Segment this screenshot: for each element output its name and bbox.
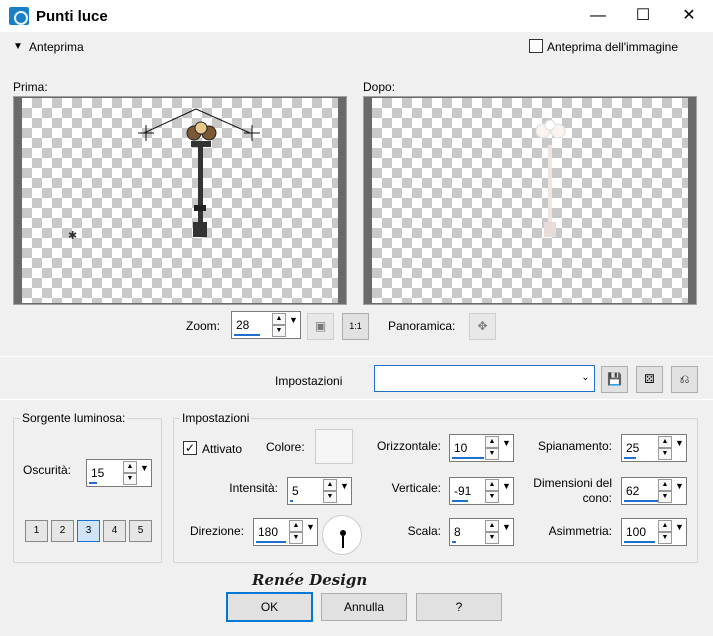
preview-toggle[interactable]: Anteprima: [29, 40, 84, 54]
asymmetry-down-icon[interactable]: ▼: [658, 532, 672, 544]
direction-down-icon[interactable]: ▼: [289, 532, 303, 544]
direction-needle-icon: [340, 530, 346, 548]
before-preview[interactable]: ✱: [13, 96, 347, 305]
zoom-label: Zoom:: [186, 319, 221, 333]
scale-spinner[interactable]: 8 ▲ ▼ ▼: [449, 518, 514, 546]
zoom-down-icon[interactable]: ▼: [272, 325, 286, 337]
darkness-down-icon[interactable]: ▼: [123, 473, 137, 485]
cone-size-spinner[interactable]: 62 ▲ ▼ ▼: [621, 477, 687, 505]
horizontal-dropdown-icon[interactable]: ▼: [501, 437, 512, 459]
vertical-dropdown-icon[interactable]: ▼: [501, 480, 512, 502]
zoom-value: 28: [236, 318, 250, 332]
help-button[interactable]: ?: [416, 593, 502, 621]
intensity-up-icon[interactable]: ▲: [323, 479, 337, 491]
direction-label: Direzione:: [189, 524, 244, 538]
darkness-label: Oscurità:: [23, 463, 72, 477]
ok-button[interactable]: OK: [226, 592, 313, 622]
scale-dropdown-icon[interactable]: ▼: [501, 521, 512, 543]
intensity-label: Intensità:: [229, 481, 278, 495]
cone-size-dropdown-icon[interactable]: ▼: [674, 480, 685, 502]
cone-size-down-icon[interactable]: ▼: [658, 491, 672, 503]
lamp-post-image: ✱: [68, 108, 260, 242]
intensity-down-icon[interactable]: ▼: [323, 491, 337, 503]
settings-label: Impostazioni: [275, 374, 343, 388]
darkness-up-icon[interactable]: ▲: [123, 461, 137, 473]
light-5-button[interactable]: 5: [129, 520, 152, 542]
collapse-arrow-icon[interactable]: ▼: [13, 41, 23, 52]
vertical-spinner[interactable]: -91 ▲ ▼ ▼: [449, 477, 514, 505]
zoom-up-icon[interactable]: ▲: [272, 313, 286, 325]
direction-up-icon[interactable]: ▲: [289, 520, 303, 532]
horizontal-up-icon[interactable]: ▲: [485, 436, 499, 448]
enabled-checkbox[interactable]: ✓: [183, 441, 197, 455]
window-title: Punti luce: [36, 8, 108, 25]
scale-up-icon[interactable]: ▲: [485, 520, 499, 532]
direction-dropdown-icon[interactable]: ▼: [305, 521, 316, 543]
minimize-button[interactable]: —: [575, 0, 621, 32]
settings-group-label: Impostazioni: [180, 411, 252, 425]
vertical-down-icon[interactable]: ▼: [485, 491, 499, 503]
settings-preset-select[interactable]: ⌄: [374, 365, 595, 392]
watermark-logo: Renée Design: [252, 571, 368, 589]
zoom-spinner[interactable]: 28 ▲ ▼ ▼: [231, 311, 301, 339]
svg-text:✱: ✱: [68, 230, 77, 242]
lit-lamp-post-image: [535, 119, 566, 237]
light-source-group-label: Sorgente luminosa:: [20, 411, 128, 425]
pan-label: Panoramica:: [388, 319, 456, 333]
app-icon: [9, 7, 29, 25]
smoothing-dropdown-icon[interactable]: ▼: [674, 437, 685, 459]
smoothing-down-icon[interactable]: ▼: [658, 448, 672, 460]
zoom-actual-size-icon[interactable]: 1:1: [342, 313, 369, 340]
color-swatch[interactable]: [315, 429, 353, 464]
asymmetry-spinner[interactable]: 100 ▲ ▼ ▼: [621, 518, 687, 546]
horizontal-label: Orizzontale:: [376, 439, 441, 453]
horizontal-down-icon[interactable]: ▼: [485, 448, 499, 460]
smoothing-up-icon[interactable]: ▲: [658, 436, 672, 448]
asymmetry-up-icon[interactable]: ▲: [658, 520, 672, 532]
cone-size-label: Dimensioni del cono:: [533, 476, 612, 505]
zoom-fit-icon[interactable]: ▣: [307, 313, 334, 340]
reset-icon[interactable]: ⎌: [671, 366, 698, 393]
horizontal-spinner[interactable]: 10 ▲ ▼ ▼: [449, 434, 514, 462]
zoom-dropdown-icon[interactable]: ▼: [288, 314, 299, 336]
preset-dropdown-icon[interactable]: ⌄: [580, 372, 591, 394]
intensity-spinner[interactable]: 5 ▲ ▼ ▼: [287, 477, 352, 505]
darkness-dropdown-icon[interactable]: ▼: [139, 462, 150, 484]
direction-spinner[interactable]: 180 ▲ ▼ ▼: [253, 518, 318, 546]
close-button[interactable]: ✕: [666, 0, 712, 32]
darkness-spinner[interactable]: 15 ▲ ▼ ▼: [86, 459, 152, 487]
vertical-up-icon[interactable]: ▲: [485, 479, 499, 491]
after-preview[interactable]: [363, 96, 697, 305]
smoothing-spinner[interactable]: 25 ▲ ▼ ▼: [621, 434, 687, 462]
before-label: Prima:: [13, 80, 48, 94]
intensity-dropdown-icon[interactable]: ▼: [339, 480, 350, 502]
image-preview-label: Anteprima dell'immagine: [547, 40, 679, 54]
asymmetry-label: Asimmetria:: [548, 524, 612, 538]
cone-size-up-icon[interactable]: ▲: [658, 479, 672, 491]
title-bar: Punti luce — ☐ ✕: [0, 0, 713, 32]
image-preview-checkbox[interactable]: [529, 39, 543, 53]
scale-label: Scala:: [407, 524, 441, 538]
random-dice-icon[interactable]: ⚄: [636, 366, 663, 393]
light-3-button[interactable]: 3: [77, 520, 100, 542]
asymmetry-dropdown-icon[interactable]: ▼: [674, 521, 685, 543]
direction-dial[interactable]: [322, 515, 362, 555]
smoothing-label: Spianamento:: [537, 439, 612, 453]
light-4-button[interactable]: 4: [103, 520, 126, 542]
vertical-label: Verticale:: [391, 481, 441, 495]
light-1-button[interactable]: 1: [25, 520, 48, 542]
pan-icon[interactable]: ✥: [469, 313, 496, 340]
light-2-button[interactable]: 2: [51, 520, 74, 542]
cancel-button[interactable]: Annulla: [321, 593, 407, 621]
enabled-label: Attivato: [202, 442, 243, 456]
scale-down-icon[interactable]: ▼: [485, 532, 499, 544]
save-preset-icon[interactable]: 💾: [601, 366, 628, 393]
color-label: Colore:: [266, 440, 305, 454]
maximize-button[interactable]: ☐: [620, 0, 666, 32]
after-label: Dopo:: [363, 80, 396, 94]
